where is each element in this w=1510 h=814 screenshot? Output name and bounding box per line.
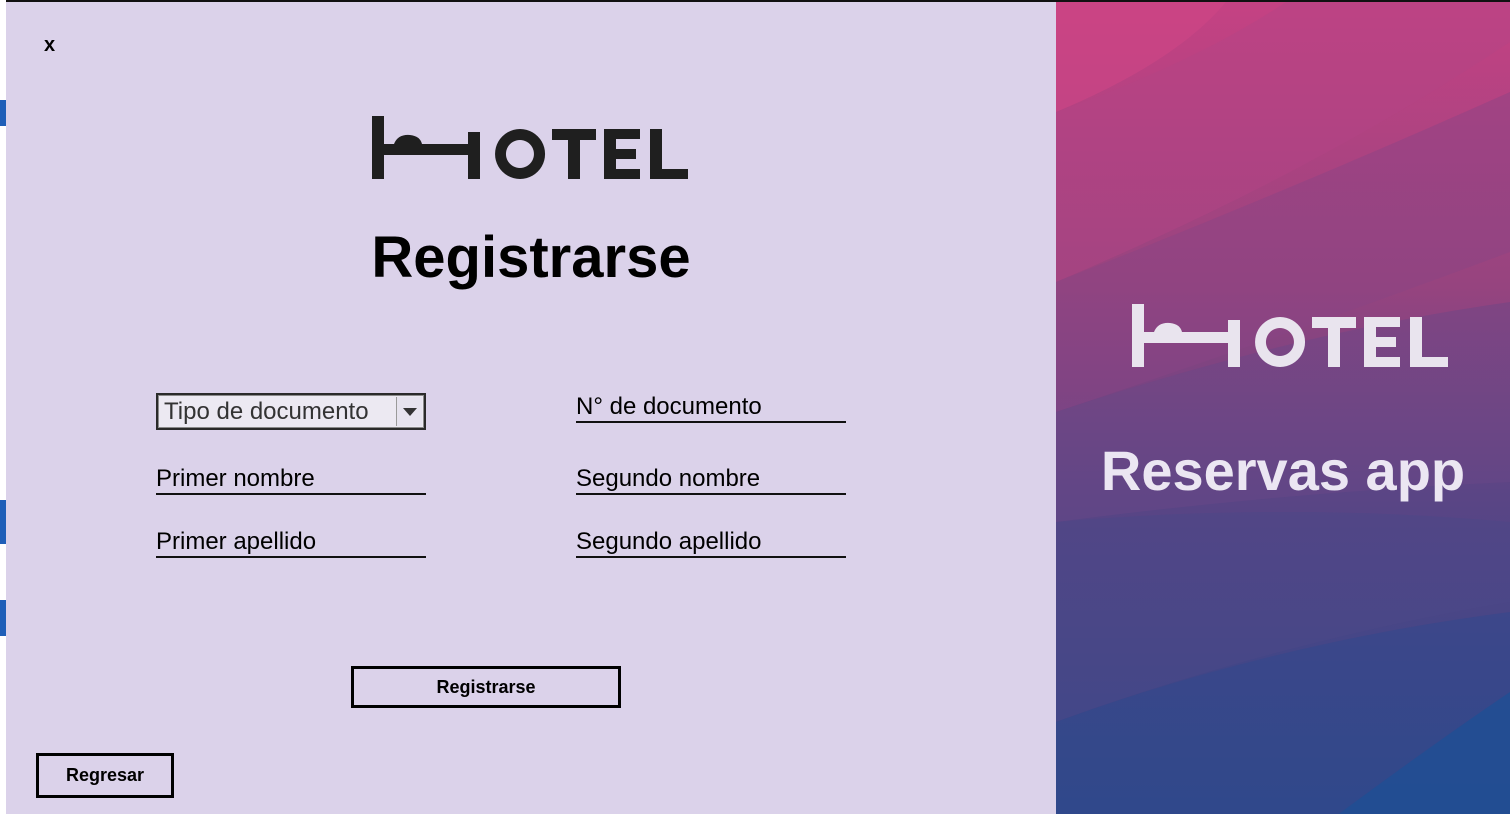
close-button[interactable]: x — [44, 34, 55, 57]
hotel-logo — [370, 114, 692, 184]
first-surname-field[interactable]: Primer apellido — [156, 518, 426, 558]
document-type-selected: Tipo de documento — [164, 398, 369, 425]
second-name-label: Segundo nombre — [576, 465, 761, 492]
back-button[interactable]: Regresar — [36, 753, 174, 798]
page-title: Registrarse — [6, 224, 1056, 291]
brand-panel: Reservas app — [1056, 2, 1510, 814]
first-surname-label: Primer apellido — [156, 528, 317, 555]
first-name-field[interactable]: Primer nombre — [156, 455, 426, 495]
register-button[interactable]: Registrarse — [351, 666, 621, 708]
hotel-logo-icon — [372, 116, 688, 179]
register-window: x Registrarse Tipo de documento N° de do… — [6, 0, 1510, 814]
document-number-label: N° de documento — [576, 393, 762, 420]
second-surname-field[interactable]: Segundo apellido — [576, 518, 846, 558]
document-number-field[interactable]: N° de documento — [576, 383, 846, 423]
register-form-panel: x Registrarse Tipo de documento N° de do… — [6, 2, 1056, 814]
app-tagline: Reservas app — [1100, 439, 1466, 502]
second-surname-label: Segundo apellido — [576, 528, 762, 555]
document-type-select[interactable]: Tipo de documento — [156, 393, 426, 430]
first-name-label: Primer nombre — [156, 465, 315, 492]
second-name-field[interactable]: Segundo nombre — [576, 455, 846, 495]
hotel-logo-icon — [1132, 304, 1448, 367]
brand-hotel-logo — [1130, 302, 1452, 372]
chevron-down-icon[interactable] — [396, 397, 422, 426]
page-title-text: Registrarse — [371, 225, 691, 290]
wave-background — [1056, 2, 1510, 814]
